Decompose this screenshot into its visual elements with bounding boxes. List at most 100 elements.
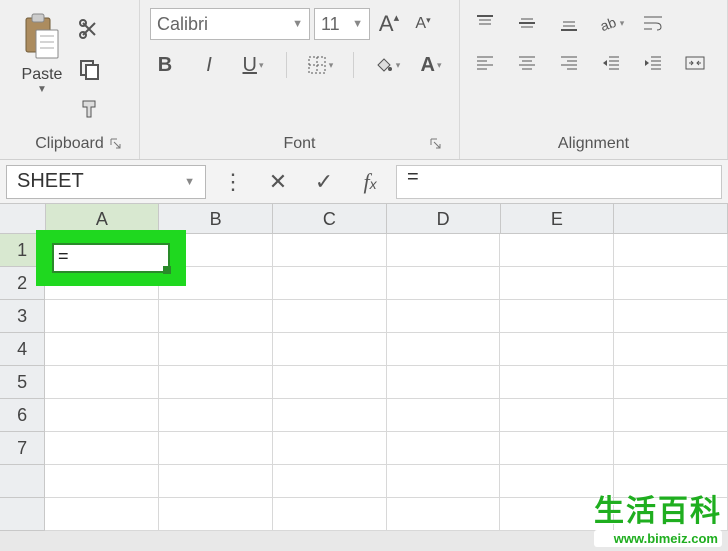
cell[interactable]	[45, 432, 159, 465]
orientation-icon: ab	[598, 13, 618, 33]
cell[interactable]	[159, 399, 273, 432]
cell[interactable]	[614, 432, 728, 465]
cell[interactable]	[159, 366, 273, 399]
cell[interactable]	[45, 300, 159, 333]
increase-indent-button[interactable]	[638, 48, 668, 78]
cell[interactable]	[500, 300, 614, 333]
cell[interactable]	[500, 267, 614, 300]
underline-button[interactable]: U	[238, 50, 268, 80]
cell[interactable]	[614, 366, 728, 399]
cell[interactable]	[387, 300, 501, 333]
align-middle-button[interactable]	[512, 8, 542, 38]
cell[interactable]	[273, 465, 387, 498]
expand-button[interactable]: ⋮	[212, 165, 252, 199]
cell[interactable]	[273, 267, 387, 300]
cell[interactable]	[45, 465, 159, 498]
cell[interactable]	[159, 333, 273, 366]
cell[interactable]	[387, 333, 501, 366]
cell-f1[interactable]	[614, 234, 728, 267]
formula-input[interactable]: =	[396, 165, 722, 199]
row-header-5[interactable]: 5	[0, 366, 45, 399]
cell[interactable]	[45, 366, 159, 399]
align-left-button[interactable]	[470, 48, 500, 78]
orientation-button[interactable]: ab	[596, 8, 626, 38]
enter-formula-button[interactable]: ✓	[304, 165, 344, 199]
align-center-button[interactable]	[512, 48, 542, 78]
format-painter-button[interactable]	[74, 94, 104, 124]
cell[interactable]	[273, 432, 387, 465]
align-top-button[interactable]	[470, 8, 500, 38]
row-header-7[interactable]: 7	[0, 432, 45, 465]
decrease-font-button[interactable]: A▾	[408, 9, 438, 39]
increase-font-button[interactable]: A▴	[374, 9, 404, 39]
cell[interactable]	[614, 399, 728, 432]
decrease-indent-button[interactable]	[596, 48, 626, 78]
cell[interactable]	[387, 267, 501, 300]
merge-center-button[interactable]	[680, 48, 710, 78]
cell[interactable]	[614, 267, 728, 300]
cell[interactable]	[387, 432, 501, 465]
chevron-down-icon: ▼	[178, 176, 195, 188]
cell[interactable]	[159, 498, 273, 531]
italic-button[interactable]: I	[194, 50, 224, 80]
cell[interactable]	[159, 300, 273, 333]
align-center-icon	[517, 53, 537, 73]
cell[interactable]	[500, 333, 614, 366]
cell[interactable]	[159, 432, 273, 465]
borders-button[interactable]	[305, 50, 335, 80]
cell[interactable]	[614, 333, 728, 366]
font-color-button[interactable]: A	[416, 50, 446, 80]
cell[interactable]	[387, 399, 501, 432]
cell[interactable]	[273, 498, 387, 531]
cell[interactable]	[273, 300, 387, 333]
font-name-combo[interactable]: Calibri ▼	[150, 8, 310, 40]
column-header-c[interactable]: C	[273, 204, 387, 234]
grid-row: 5	[0, 366, 728, 399]
row-header-6[interactable]: 6	[0, 399, 45, 432]
cell-d1[interactable]	[387, 234, 501, 267]
dialog-launcher-font[interactable]	[429, 137, 443, 151]
bold-button[interactable]: B	[150, 50, 180, 80]
cell[interactable]	[45, 498, 159, 531]
cell[interactable]	[387, 498, 501, 531]
cell[interactable]	[45, 399, 159, 432]
cell[interactable]	[500, 366, 614, 399]
font-size-combo[interactable]: 11 ▼	[314, 8, 370, 40]
cancel-formula-button[interactable]: ✕	[258, 165, 298, 199]
italic-icon: I	[206, 54, 212, 77]
dialog-launcher-clipboard[interactable]	[109, 137, 123, 151]
cell-c1[interactable]	[273, 234, 387, 267]
column-header-e[interactable]: E	[501, 204, 615, 234]
check-icon: ✓	[315, 169, 333, 195]
cell[interactable]	[273, 333, 387, 366]
row-header-8[interactable]	[0, 465, 45, 498]
fill-color-button[interactable]	[372, 50, 402, 80]
column-header-f[interactable]	[614, 204, 728, 234]
cell[interactable]	[387, 366, 501, 399]
name-box[interactable]: SHEET ▼	[6, 165, 206, 199]
cell-e1[interactable]	[500, 234, 614, 267]
cell[interactable]	[273, 366, 387, 399]
align-bottom-button[interactable]	[554, 8, 584, 38]
cell[interactable]	[500, 432, 614, 465]
align-right-button[interactable]	[554, 48, 584, 78]
insert-function-button[interactable]: fx	[350, 165, 390, 199]
copy-button[interactable]	[74, 54, 104, 84]
cell[interactable]	[273, 399, 387, 432]
group-label-clipboard: Clipboard	[10, 131, 129, 155]
active-cell-editor[interactable]: =	[52, 243, 170, 273]
row-header-3[interactable]: 3	[0, 300, 45, 333]
name-box-value: SHEET	[17, 170, 84, 193]
borders-icon	[307, 55, 327, 75]
cell[interactable]	[45, 333, 159, 366]
row-header-4[interactable]: 4	[0, 333, 45, 366]
cell[interactable]	[500, 399, 614, 432]
cell[interactable]	[387, 465, 501, 498]
cell[interactable]	[159, 465, 273, 498]
wrap-text-button[interactable]	[638, 8, 668, 38]
paste-button[interactable]: Paste ▼	[10, 8, 74, 124]
cut-button[interactable]	[74, 14, 104, 44]
column-header-d[interactable]: D	[387, 204, 501, 234]
row-header-9[interactable]	[0, 498, 45, 531]
cell[interactable]	[614, 300, 728, 333]
